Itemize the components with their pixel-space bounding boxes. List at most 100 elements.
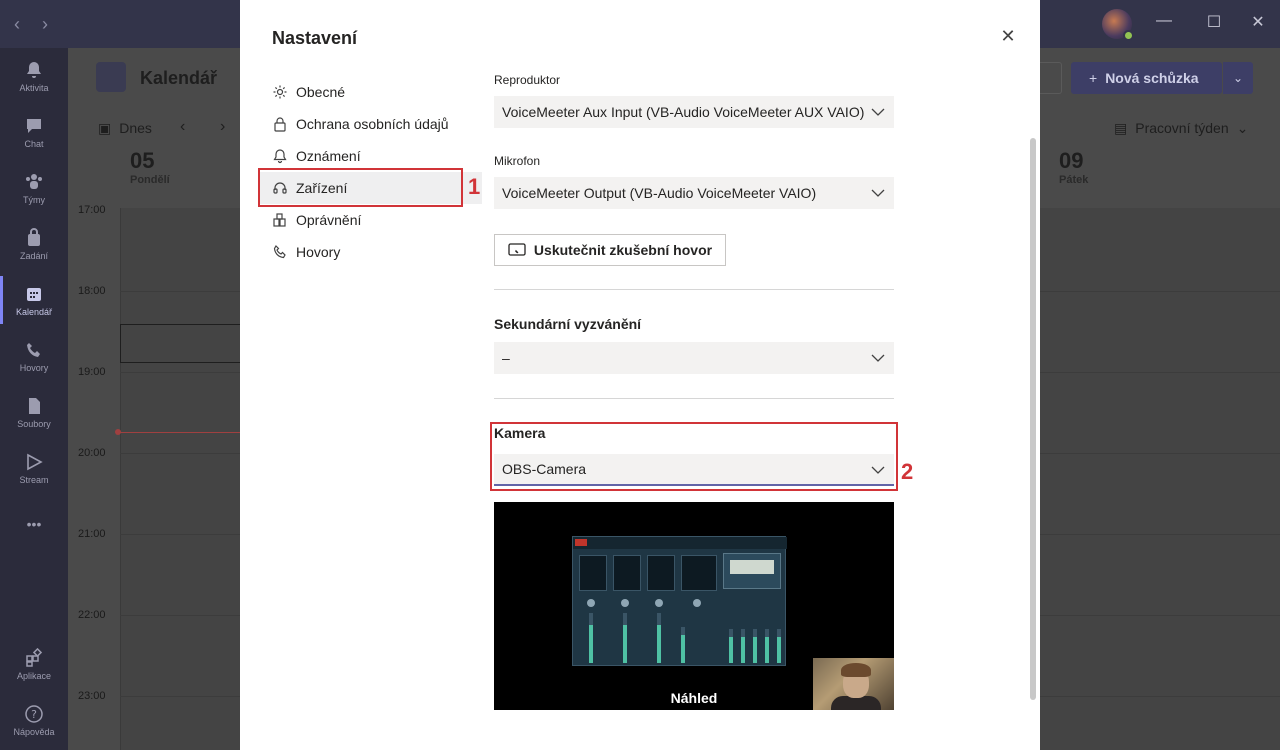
hour-label: 20:00: [78, 447, 106, 459]
forward-arrow-icon[interactable]: ›: [42, 14, 48, 35]
assignments-icon: [28, 227, 40, 246]
mixer-topbar: [573, 537, 787, 549]
microphone-dropdown[interactable]: VoiceMeeter Output (VB-Audio VoiceMeeter…: [494, 177, 894, 209]
nav-item-privacy[interactable]: Ochrana osobních údajů: [258, 108, 482, 140]
close-icon[interactable]: ✕: [998, 26, 1018, 46]
rail-item-help[interactable]: ? Nápověda: [0, 692, 68, 748]
mixer-knob: [621, 599, 629, 607]
rail-label: Hovory: [19, 362, 49, 373]
microphone-value: VoiceMeeter Output (VB-Audio VoiceMeeter…: [502, 185, 817, 201]
day-number: 09: [1059, 148, 1084, 173]
rail-item-stream[interactable]: Stream: [0, 440, 68, 496]
rail-item-calls[interactable]: Hovory: [0, 328, 68, 384]
rail-item-files[interactable]: Soubory: [0, 384, 68, 440]
divider: [494, 398, 894, 399]
new-meeting-button[interactable]: + Nová schůzka: [1071, 62, 1222, 94]
bell-icon: [273, 149, 287, 164]
annotation-box-camera: [490, 422, 898, 491]
more-icon: •••: [26, 516, 42, 532]
speaker-label: Reproduktor: [494, 73, 561, 87]
nav-label: Obecné: [296, 84, 346, 100]
rail-item-calendar[interactable]: Kalendář: [0, 272, 68, 328]
phone-icon: [27, 342, 40, 357]
chat-icon: [27, 118, 41, 133]
nav-item-permissions[interactable]: Oprávnění: [258, 204, 482, 236]
rail-label: Týmy: [23, 194, 45, 205]
teams-icon: [26, 173, 42, 189]
nav-item-general[interactable]: Obecné: [258, 76, 482, 108]
mixer-fader-level: [681, 635, 685, 663]
day-header-friday: 09 Pátek: [1059, 148, 1088, 186]
rail-item-assignments[interactable]: Zadání: [0, 216, 68, 272]
back-arrow-icon[interactable]: ‹: [14, 14, 20, 35]
rail-item-chat[interactable]: Chat: [0, 104, 68, 160]
current-time-line: [118, 432, 248, 433]
calendar-event[interactable]: [120, 324, 250, 363]
lock-icon: [274, 117, 286, 132]
svg-text:?: ?: [31, 708, 37, 721]
rail-item-activity[interactable]: Aktivita: [0, 48, 68, 104]
mixer-fader-level: [777, 637, 781, 663]
mixer-screen: [730, 560, 774, 574]
rail-label: Aktivita: [19, 82, 49, 93]
secondary-ringer-value: –: [502, 350, 510, 366]
mixer-strip: [647, 555, 675, 591]
rail-item-more[interactable]: •••: [0, 496, 68, 552]
speaker-dropdown[interactable]: VoiceMeeter Aux Input (VB-Audio VoiceMee…: [494, 96, 894, 128]
nav-item-calls[interactable]: Hovory: [258, 236, 482, 268]
next-week-icon[interactable]: ›: [220, 118, 225, 136]
mixer-fader-level: [729, 637, 733, 663]
today-button[interactable]: ▣ Dnes: [98, 120, 152, 137]
calendar-icon: [27, 287, 41, 301]
mixer-panel: [723, 553, 781, 589]
prev-week-icon[interactable]: ‹: [180, 118, 185, 136]
hour-label: 22:00: [78, 609, 106, 621]
rail-label: Nápověda: [13, 726, 55, 737]
files-icon: [29, 397, 40, 414]
new-meeting-label: Nová schůzka: [1105, 70, 1199, 86]
test-call-label: Uskutečnit zkušební hovor: [533, 242, 713, 258]
calendar-today-icon: ▣: [98, 120, 112, 136]
chevron-down-icon: [871, 189, 885, 197]
mixer-fader-level: [753, 637, 757, 663]
secondary-ringer-dropdown[interactable]: –: [494, 342, 894, 374]
apps-icon: [26, 647, 43, 667]
bell-icon: [27, 61, 41, 78]
calendar-view-icon: ▤: [1114, 120, 1128, 136]
mixer-fader-level: [589, 625, 593, 663]
mixer-knob: [587, 599, 595, 607]
webcam-person-hair: [841, 663, 871, 677]
dialog-title: Nastavení: [272, 28, 358, 48]
annotation-box-devices: [258, 168, 463, 207]
rail-label: Soubory: [17, 418, 51, 429]
rail-label: Kalendář: [15, 306, 53, 317]
meet-now-button[interactable]: [1038, 62, 1062, 94]
new-meeting-dropdown[interactable]: ⌄: [1223, 62, 1253, 94]
maximize-icon[interactable]: ☐: [1204, 12, 1224, 32]
mixer-strip: [613, 555, 641, 591]
preview-label: Náhled: [670, 690, 718, 706]
today-label: Dnes: [119, 120, 152, 136]
hour-label: 17:00: [78, 204, 106, 216]
view-label: Pracovní týden: [1135, 120, 1229, 136]
rail-item-apps[interactable]: Aplikace: [0, 636, 68, 692]
mixer-fader-level: [623, 625, 627, 663]
close-window-icon[interactable]: ✕: [1248, 12, 1268, 32]
calendar-app-icon: [96, 62, 126, 92]
speaker-value: VoiceMeeter Aux Input (VB-Audio VoiceMee…: [502, 104, 865, 120]
scrollbar[interactable]: [1030, 138, 1036, 700]
annotation-number-2: 2: [901, 459, 914, 484]
test-call-button[interactable]: Uskutečnit zkušební hovor: [494, 234, 726, 266]
chevron-down-icon: ⌄: [1236, 120, 1249, 136]
view-selector[interactable]: ▤ Pracovní týden ⌄: [1114, 120, 1248, 137]
minimize-icon[interactable]: —: [1154, 12, 1174, 30]
plus-icon: +: [1089, 70, 1098, 86]
avatar[interactable]: [1102, 9, 1134, 41]
divider: [494, 289, 894, 290]
microphone-label: Mikrofon: [494, 154, 541, 168]
camera-preview: Náhled: [494, 502, 894, 710]
mixer-logo: [575, 539, 587, 546]
rail-item-teams[interactable]: Týmy: [0, 160, 68, 216]
day-number: 05: [130, 148, 155, 173]
day-name: Pátek: [1059, 174, 1089, 186]
